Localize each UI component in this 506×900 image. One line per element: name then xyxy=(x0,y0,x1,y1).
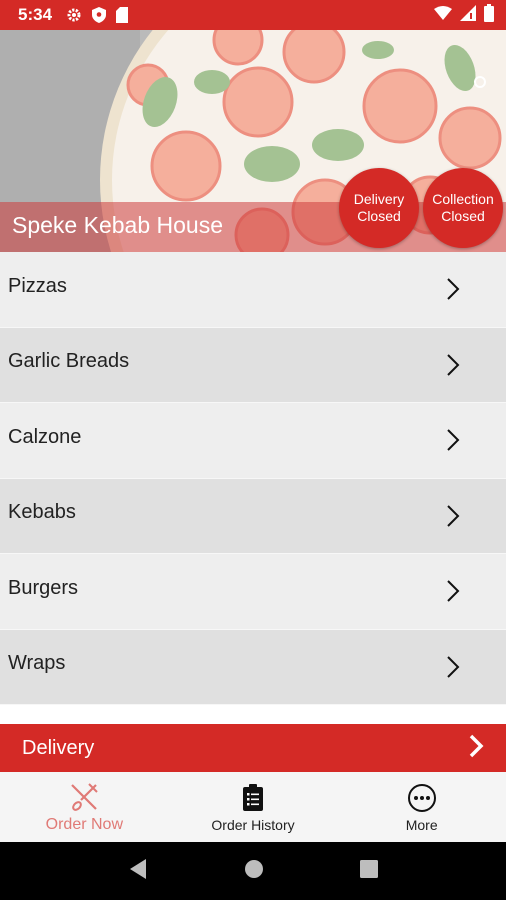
tab-more[interactable]: More xyxy=(337,772,506,842)
chevron-right-icon xyxy=(438,425,468,455)
delivery-badge-line2: Closed xyxy=(357,208,401,224)
clipboard-list-icon xyxy=(242,781,264,815)
battery-icon xyxy=(484,3,494,27)
collection-badge-line2: Closed xyxy=(441,208,485,224)
category-row-burgers[interactable]: Burgers xyxy=(0,554,506,630)
collection-status-badge: Collection Closed xyxy=(423,168,503,248)
tab-order-now-label: Order Now xyxy=(45,816,124,833)
category-row-garlic-breads[interactable]: Garlic Breads xyxy=(0,327,506,403)
category-label: Pizzas xyxy=(8,274,67,297)
chevron-right-icon xyxy=(438,350,468,380)
tab-order-history-label: Order History xyxy=(211,817,295,833)
system-navigation-bar xyxy=(0,842,506,900)
home-icon[interactable] xyxy=(244,859,264,884)
bottom-navigation: Order Now Order History More xyxy=(0,772,506,842)
sd-card-icon xyxy=(116,7,129,23)
category-label: Kebabs xyxy=(8,501,76,524)
delivery-badge-line1: Delivery xyxy=(353,191,405,207)
category-label: Garlic Breads xyxy=(8,350,130,373)
category-label: Wraps xyxy=(8,652,66,675)
delivery-mode-label: Delivery xyxy=(22,736,95,759)
tab-order-now[interactable]: Order Now xyxy=(0,772,169,842)
chevron-right-icon xyxy=(468,733,484,764)
tab-more-label: More xyxy=(405,817,438,833)
category-row-kebabs[interactable]: Kebabs xyxy=(0,478,506,554)
back-icon[interactable] xyxy=(128,858,148,885)
chevron-right-icon xyxy=(438,652,468,682)
status-time: 5:34 xyxy=(18,5,53,24)
category-list: Pizzas Garlic Breads Calzone Kebabs Burg… xyxy=(0,252,506,705)
more-dots-icon xyxy=(407,781,437,815)
delivery-status-badge: Delivery Closed xyxy=(339,168,419,248)
chevron-right-icon xyxy=(438,274,468,304)
signal-icon xyxy=(460,4,476,26)
gear-icon xyxy=(66,7,82,23)
chevron-right-icon xyxy=(438,576,468,606)
category-label: Burgers xyxy=(8,576,79,599)
tab-order-history[interactable]: Order History xyxy=(169,772,338,842)
delivery-mode-bar[interactable]: Delivery xyxy=(0,724,506,772)
category-row-pizzas[interactable]: Pizzas xyxy=(0,252,506,328)
restaurant-hero: Speke Kebab House Delivery Closed Collec… xyxy=(0,30,506,252)
chevron-right-icon xyxy=(438,501,468,531)
wifi-icon xyxy=(434,5,452,25)
fork-knife-icon xyxy=(69,780,99,814)
recents-icon[interactable] xyxy=(360,859,378,883)
category-label: Calzone xyxy=(8,425,82,448)
category-row-wraps[interactable]: Wraps xyxy=(0,629,506,705)
collection-badge-line1: Collection xyxy=(432,191,494,207)
shield-icon xyxy=(92,7,107,23)
status-bar: 5:34 xyxy=(0,0,506,30)
category-row-calzone[interactable]: Calzone xyxy=(0,403,506,479)
